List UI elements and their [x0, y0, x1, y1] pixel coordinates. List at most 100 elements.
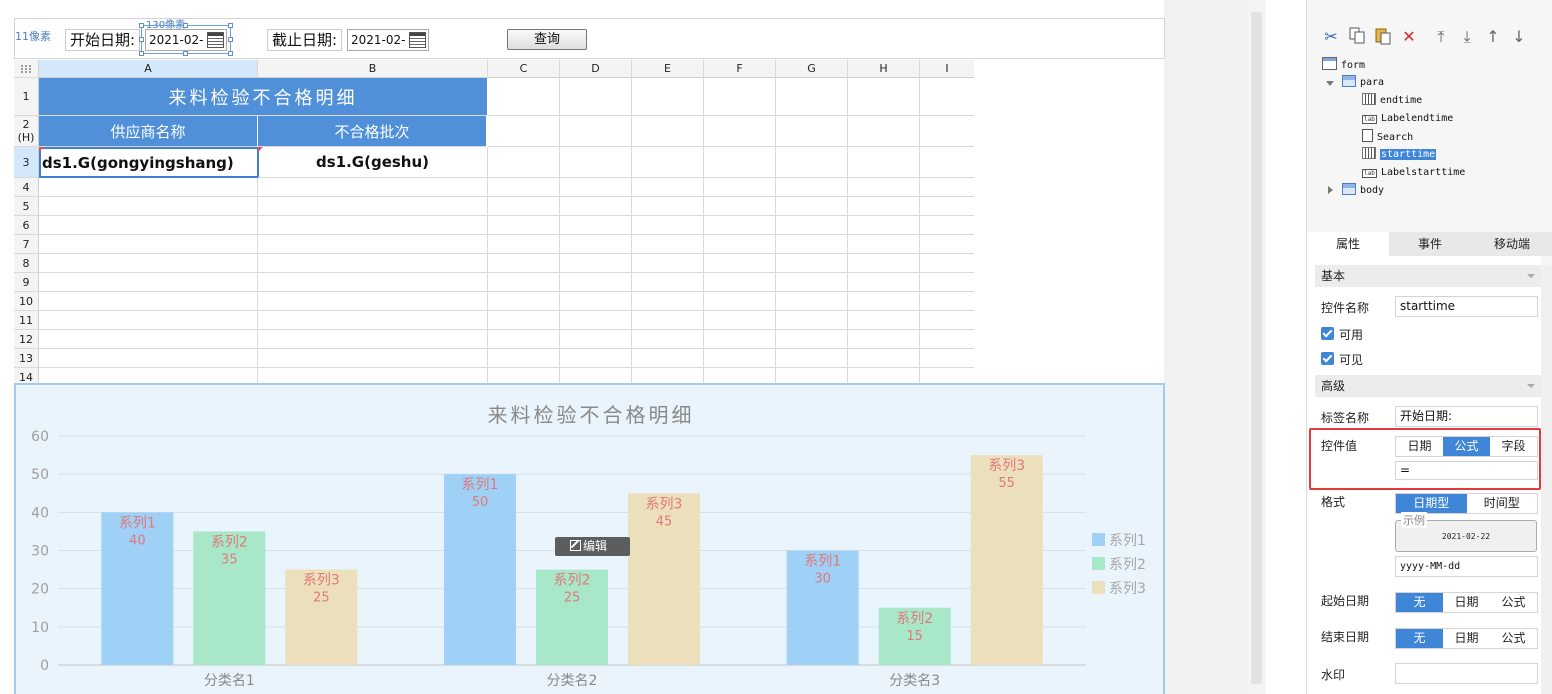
grid-cell[interactable] — [704, 311, 776, 330]
tree-node-body[interactable]: body — [1342, 183, 1384, 199]
grid-cell[interactable] — [848, 254, 920, 273]
grid-cell[interactable] — [704, 349, 776, 368]
grid-cell[interactable] — [488, 311, 560, 330]
grid-cell[interactable] — [920, 330, 974, 349]
grid-cell[interactable] — [920, 216, 974, 235]
move-down-icon[interactable]: ↓ — [1509, 27, 1529, 47]
edit-chart-button[interactable]: 编辑 — [555, 537, 630, 556]
column-header[interactable]: C — [488, 60, 560, 78]
grid-cell[interactable] — [920, 197, 974, 216]
tab-events[interactable]: 事件 — [1389, 232, 1471, 256]
grid-cell[interactable] — [776, 178, 848, 197]
start-mode-formula[interactable]: 公式 — [1490, 593, 1537, 612]
canvas-scrollbar-thumb[interactable] — [1251, 12, 1262, 684]
section-basic[interactable]: 基本 — [1315, 265, 1541, 287]
tree-node-endtime[interactable]: endtime — [1362, 93, 1422, 109]
chart-block[interactable]: 来料检验不合格明细 0 10 20 30 40 50 60 系列1 40 系列2 35 系列3 25 分类名… — [14, 383, 1165, 694]
grid-cell[interactable] — [704, 235, 776, 254]
tab-properties[interactable]: 属性 — [1307, 232, 1389, 256]
grid-cell[interactable] — [848, 235, 920, 254]
grid-cell[interactable] — [632, 78, 704, 116]
grid-cell[interactable] — [39, 292, 258, 311]
header-cell-batches[interactable]: 不合格批次 — [258, 116, 487, 147]
start-date-label[interactable]: 开始日期: — [65, 29, 141, 51]
grid-cell[interactable] — [632, 116, 704, 147]
grid-cell[interactable] — [560, 330, 632, 349]
grid-cell[interactable] — [258, 273, 488, 292]
grid-cell[interactable] — [39, 197, 258, 216]
resize-handle[interactable] — [228, 23, 233, 28]
grid-cell[interactable] — [704, 254, 776, 273]
grid-cell[interactable] — [258, 235, 488, 254]
grid-cell[interactable] — [632, 368, 704, 383]
grid-cell[interactable] — [632, 216, 704, 235]
column-header[interactable]: B — [258, 60, 488, 78]
grid-cell[interactable] — [488, 273, 560, 292]
grid-cell[interactable] — [258, 178, 488, 197]
grid-cell[interactable] — [488, 254, 560, 273]
expand-icon[interactable] — [1326, 81, 1334, 86]
resize-handle[interactable] — [228, 51, 233, 56]
grid-cell[interactable] — [258, 349, 488, 368]
move-up-icon[interactable]: ↑ — [1483, 27, 1503, 47]
grid-cell[interactable] — [560, 178, 632, 197]
row-header[interactable]: 8 — [14, 254, 39, 273]
section-advanced[interactable]: 高级 — [1315, 375, 1541, 397]
grid-cell[interactable] — [258, 311, 488, 330]
grid-cell[interactable] — [39, 235, 258, 254]
tree-node-starttime[interactable]: starttime — [1362, 147, 1437, 163]
report-title-cell[interactable]: 来料检验不合格明细 — [39, 78, 487, 116]
widget-name-input[interactable]: starttime — [1395, 296, 1538, 317]
grid-cell[interactable] — [776, 235, 848, 254]
grid-cell[interactable] — [704, 273, 776, 292]
end-date-label[interactable]: 截止日期: — [267, 29, 343, 51]
grid-cell[interactable] — [560, 235, 632, 254]
grid-corner[interactable] — [14, 60, 39, 78]
grid-cell[interactable] — [632, 254, 704, 273]
query-button[interactable]: 查询 — [507, 29, 587, 50]
grid-cell[interactable] — [776, 116, 848, 147]
grid-cell[interactable] — [39, 273, 258, 292]
grid-cell[interactable] — [704, 197, 776, 216]
visible-checkbox[interactable] — [1321, 352, 1334, 365]
tree-node-search[interactable]: Search — [1362, 129, 1413, 145]
column-header[interactable]: D — [560, 60, 632, 78]
grid-cell[interactable] — [560, 116, 632, 147]
grid-cell[interactable] — [848, 147, 920, 178]
grid-cell[interactable] — [920, 178, 974, 197]
grid-cell[interactable] — [848, 273, 920, 292]
column-header[interactable]: A — [39, 60, 258, 78]
grid-cell[interactable] — [632, 349, 704, 368]
grid-cell[interactable] — [776, 78, 848, 116]
copy-icon[interactable] — [1347, 27, 1367, 47]
grid-cell[interactable] — [776, 197, 848, 216]
grid-cell[interactable] — [488, 147, 560, 178]
grid-cell[interactable] — [848, 330, 920, 349]
format-mode-date[interactable]: 日期型 — [1396, 494, 1467, 513]
grid-cell[interactable] — [776, 349, 848, 368]
grid-cell[interactable] — [920, 116, 974, 147]
end-mode-formula[interactable]: 公式 — [1490, 629, 1537, 648]
row-header[interactable]: 2 (H) — [14, 116, 39, 147]
grid-cell[interactable] — [776, 311, 848, 330]
grid-cell[interactable] — [488, 116, 560, 147]
format-pattern-input[interactable]: yyyy-MM-dd — [1395, 556, 1538, 577]
grid-cell[interactable] — [258, 330, 488, 349]
grid-cell[interactable] — [704, 368, 776, 383]
resize-handle[interactable] — [139, 37, 144, 42]
grid-cell[interactable] — [848, 178, 920, 197]
grid-cell[interactable] — [848, 78, 920, 116]
grid-cell[interactable] — [560, 368, 632, 383]
end-date-field[interactable]: 2021-02- — [347, 29, 429, 51]
grid-cell[interactable] — [704, 78, 776, 116]
tree-node-para[interactable]: para — [1342, 75, 1384, 91]
tree-node-labelendtime[interactable]: lab Labelendtime — [1362, 111, 1453, 127]
move-top-icon[interactable]: ⤒ — [1431, 27, 1451, 47]
start-mode-date[interactable]: 日期 — [1443, 593, 1490, 612]
grid-cell[interactable] — [39, 349, 258, 368]
cut-icon[interactable]: ✂ — [1321, 27, 1341, 47]
grid-cell[interactable] — [704, 147, 776, 178]
grid-cell[interactable] — [776, 216, 848, 235]
grid-cell[interactable] — [704, 216, 776, 235]
grid-cell[interactable] — [560, 311, 632, 330]
